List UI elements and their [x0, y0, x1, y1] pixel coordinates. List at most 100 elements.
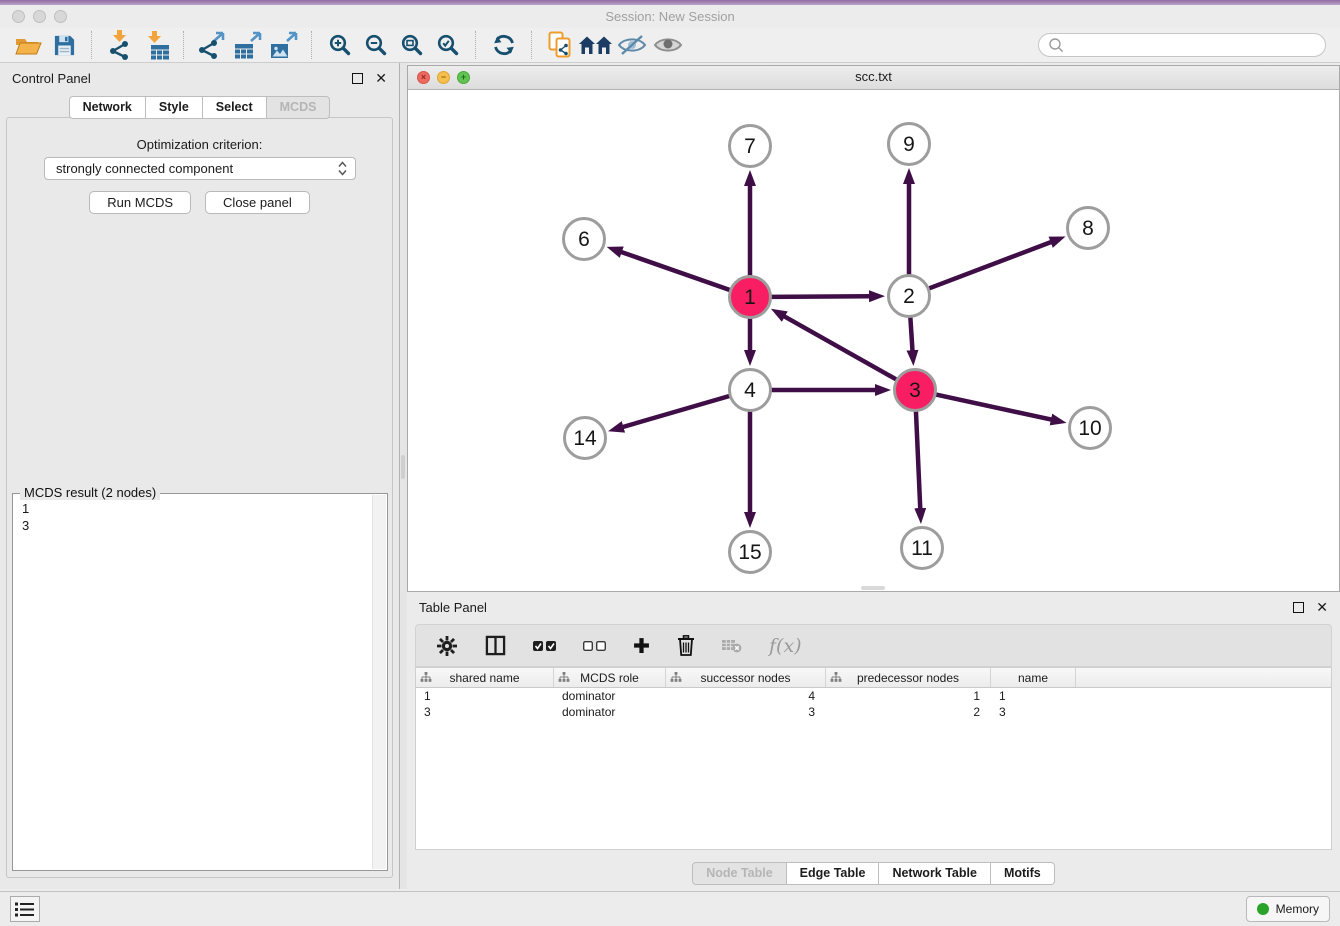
cell-predecessor-nodes: 1	[826, 689, 991, 703]
tab-select[interactable]: Select	[203, 96, 267, 119]
toolbar-separator	[183, 31, 185, 59]
table-settings-button[interactable]	[436, 635, 458, 657]
zoom-fit-button[interactable]	[394, 30, 430, 61]
cell-shared-name: 1	[416, 689, 554, 703]
network-close-button[interactable]: ×	[417, 71, 430, 84]
control-panel-title: Control Panel	[12, 71, 91, 86]
graph-edge-4-14[interactable]	[622, 396, 729, 427]
control-panel: Control Panel ✕ NetworkStyleSelectMCDS O…	[0, 63, 400, 889]
zoom-out-button[interactable]	[358, 30, 394, 61]
toolbar-separator	[91, 31, 93, 59]
graph-edge-3-1[interactable]	[784, 316, 897, 380]
hide-graphics-button[interactable]	[614, 30, 650, 61]
save-session-button[interactable]	[46, 30, 82, 61]
unchecked-boxes-icon	[583, 641, 606, 651]
graph-edge-1-2[interactable]	[771, 296, 870, 297]
import-network-button[interactable]	[102, 30, 138, 61]
tab-motifs[interactable]: Motifs	[991, 862, 1055, 885]
table-row[interactable]: 1dominator411	[416, 688, 1331, 704]
export-image-button[interactable]	[266, 30, 302, 61]
splitter-handle[interactable]	[401, 455, 405, 479]
cell-mcds-role: dominator	[554, 705, 666, 719]
tab-style[interactable]: Style	[146, 96, 203, 119]
tab-network[interactable]: Network	[69, 96, 146, 119]
table-row[interactable]: 3dominator323	[416, 704, 1331, 720]
window-zoom-button[interactable]	[54, 10, 67, 23]
graph-edge-2-3[interactable]	[910, 317, 912, 351]
home-layout-button[interactable]	[578, 30, 614, 61]
network-window-titlebar[interactable]: × − + scc.txt	[408, 66, 1339, 90]
window-close-button[interactable]	[12, 10, 25, 23]
float-table-panel-icon[interactable]	[1293, 602, 1304, 613]
graph-edge-3-11[interactable]	[916, 411, 920, 509]
graph-node-14[interactable]: 14	[565, 418, 606, 459]
graph-node-9[interactable]: 9	[889, 124, 930, 165]
close-table-panel-icon[interactable]: ✕	[1316, 600, 1328, 614]
graph-node-7[interactable]: 7	[730, 126, 771, 167]
float-panel-icon[interactable]	[352, 73, 363, 84]
graph-edge-3-10[interactable]	[936, 394, 1052, 419]
zoom-in-button[interactable]	[322, 30, 358, 61]
deselect-all-button[interactable]	[583, 641, 606, 651]
function-builder-button[interactable]: f(x)	[769, 635, 802, 657]
graph-node-4[interactable]: 4	[730, 370, 771, 411]
run-mcds-button[interactable]: Run MCDS	[89, 191, 191, 214]
graph-node-11[interactable]: 11	[902, 528, 943, 569]
network-minimize-button[interactable]: −	[437, 71, 450, 84]
window-minimize-button[interactable]	[33, 10, 46, 23]
show-columns-button[interactable]	[485, 635, 506, 656]
close-panel-button[interactable]: Close panel	[205, 191, 310, 214]
column-header-mcds-role[interactable]: MCDS role	[554, 668, 666, 687]
memory-button[interactable]: Memory	[1246, 896, 1330, 922]
tree-icon	[830, 672, 842, 683]
column-header-predecessor-nodes[interactable]: predecessor nodes	[826, 668, 991, 687]
column-header-label: shared name	[449, 671, 519, 685]
export-network-button[interactable]	[194, 30, 230, 61]
close-panel-icon[interactable]: ✕	[375, 71, 387, 85]
window-title: Session: New Session	[0, 5, 1340, 28]
graph-node-10[interactable]: 10	[1070, 408, 1111, 449]
graph-node-3[interactable]: 3	[895, 370, 936, 411]
splitter-handle-horizontal[interactable]	[861, 586, 885, 590]
criterion-dropdown[interactable]: strongly connected component	[44, 157, 356, 180]
graph-node-1[interactable]: 1	[730, 277, 771, 318]
search-input[interactable]	[1069, 37, 1316, 54]
table-toolbar: f(x)	[415, 624, 1332, 667]
graph-node-2[interactable]: 2	[889, 276, 930, 317]
column-header-successor-nodes[interactable]: successor nodes	[666, 668, 826, 687]
svg-text:2: 2	[903, 285, 915, 308]
delete-column-button[interactable]	[677, 635, 695, 656]
open-session-button[interactable]	[10, 30, 46, 61]
main-titlebar[interactable]: Session: New Session	[0, 5, 1340, 28]
tree-icon	[670, 672, 682, 683]
search-box[interactable]	[1038, 33, 1326, 57]
select-all-button[interactable]	[533, 641, 556, 651]
graph-edge-2-8[interactable]	[929, 242, 1052, 289]
mcds-result-list: 13	[22, 500, 367, 534]
task-history-button[interactable]	[10, 896, 40, 922]
graph-node-8[interactable]: 8	[1068, 208, 1109, 249]
network-graph[interactable]: 1 2 3 4 6 7 8 9 10 11 14 15	[408, 89, 1338, 591]
table-panel: Table Panel ✕	[407, 592, 1340, 889]
tab-node-table[interactable]: Node Table	[692, 862, 786, 885]
zoom-selected-button[interactable]	[430, 30, 466, 61]
tab-edge-table[interactable]: Edge Table	[787, 862, 880, 885]
column-header-name[interactable]: name	[991, 668, 1076, 687]
import-table-button[interactable]	[138, 30, 174, 61]
mcds-result-line: 1	[22, 500, 367, 517]
show-graphics-button[interactable]	[650, 30, 686, 61]
export-table-button[interactable]	[230, 30, 266, 61]
add-column-button[interactable]	[633, 637, 650, 654]
graph-node-15[interactable]: 15	[730, 532, 771, 573]
result-scrollbar[interactable]	[372, 495, 386, 869]
network-zoom-button[interactable]: +	[457, 71, 470, 84]
tab-network-table[interactable]: Network Table	[879, 862, 991, 885]
graph-node-6[interactable]: 6	[564, 219, 605, 260]
network-file-button[interactable]	[542, 30, 578, 61]
refresh-view-button[interactable]	[486, 30, 522, 61]
column-header-shared-name[interactable]: shared name	[416, 668, 554, 687]
delete-table-button[interactable]	[722, 638, 742, 653]
tab-mcds[interactable]: MCDS	[267, 96, 331, 119]
main-toolbar	[0, 28, 1340, 63]
graph-edge-1-6[interactable]	[621, 252, 730, 290]
